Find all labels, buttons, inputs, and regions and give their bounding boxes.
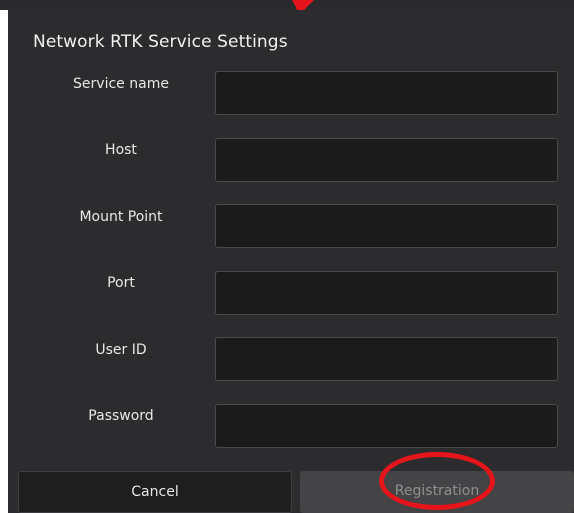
- host-input[interactable]: [215, 138, 558, 182]
- network-rtk-settings-dialog: Network RTK Service Settings Service nam…: [8, 10, 574, 513]
- dialog-title: Network RTK Service Settings: [33, 32, 288, 52]
- password-input[interactable]: [215, 404, 558, 448]
- service-name-label: Service name: [73, 76, 169, 92]
- user-id-input[interactable]: [215, 337, 558, 381]
- mount-point-input[interactable]: [215, 204, 558, 248]
- port-label: Port: [107, 275, 135, 291]
- cancel-button[interactable]: Cancel: [18, 471, 292, 513]
- background-app-edge: [0, 0, 574, 10]
- password-label: Password: [88, 408, 154, 424]
- service-name-input[interactable]: [215, 71, 558, 115]
- mount-point-label: Mount Point: [79, 209, 163, 225]
- registration-button[interactable]: Registration: [300, 471, 574, 513]
- screenshot-stage: Network RTK Service Settings Service nam…: [0, 0, 574, 513]
- host-label: Host: [105, 142, 137, 158]
- user-id-label: User ID: [95, 342, 147, 358]
- port-input[interactable]: [215, 271, 558, 315]
